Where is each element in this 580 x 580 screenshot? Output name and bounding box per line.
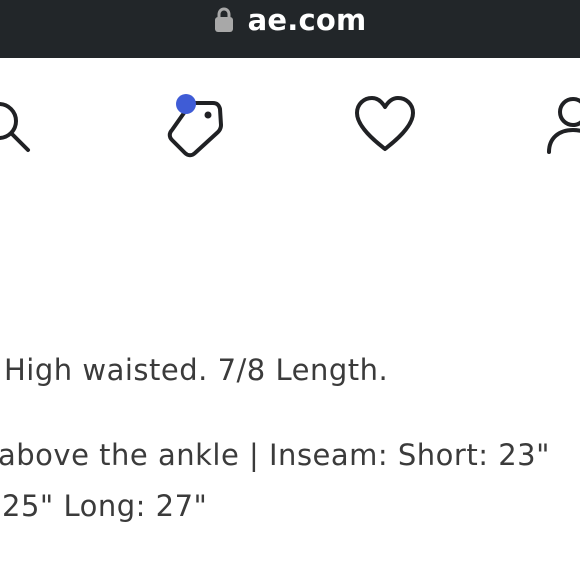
product-description-line-3: 25" Long: 27": [2, 489, 208, 523]
product-description-line-2: above the ankle | Inseam: Short: 23": [0, 438, 550, 472]
lock-icon: [214, 7, 233, 32]
cart-badge: [176, 94, 196, 114]
search-icon[interactable]: [0, 96, 36, 158]
site-url[interactable]: ae.com: [248, 5, 367, 35]
heart-icon[interactable]: [352, 94, 418, 156]
browser-url-bar[interactable]: ae.com: [0, 0, 580, 58]
account-icon[interactable]: [542, 94, 580, 158]
product-description-line-1: High waisted. 7/8 Length.: [4, 353, 389, 387]
shopping-bag-icon[interactable]: [160, 90, 232, 162]
url-display[interactable]: ae.com: [0, 0, 580, 40]
mobile-page: ae.com High waisted. 7/8 Length. above t…: [0, 0, 580, 580]
